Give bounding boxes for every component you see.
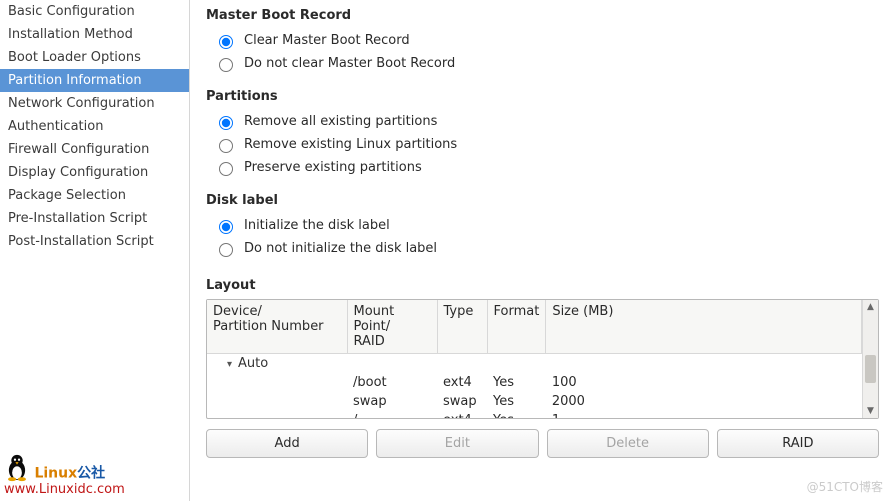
mbr-radio-clear-label: Clear Master Boot Record — [244, 33, 410, 48]
sidebar-item-basic-configuration[interactable]: Basic Configuration — [0, 0, 189, 23]
partitions-radio-remove-all-label: Remove all existing partitions — [244, 114, 437, 129]
mbr-title: Master Boot Record — [206, 8, 879, 23]
partitions-radio-remove-linux[interactable]: Remove existing Linux partitions — [206, 133, 879, 156]
raid-button[interactable]: RAID — [717, 429, 879, 458]
scroll-up-icon[interactable]: ▲ — [863, 300, 878, 314]
sidebar-item-firewall-configuration[interactable]: Firewall Configuration — [0, 138, 189, 161]
partitions-radio-remove-linux-input[interactable] — [219, 139, 233, 153]
disklabel-radio-init-input[interactable] — [219, 220, 233, 234]
table-group-row[interactable]: Auto — [207, 354, 862, 374]
disklabel-radio-noinit-label: Do not initialize the disk label — [244, 241, 437, 256]
partitions-radio-preserve-label: Preserve existing partitions — [244, 160, 422, 175]
mbr-radio-clear-input[interactable] — [219, 35, 233, 49]
partitions-radio-remove-linux-label: Remove existing Linux partitions — [244, 137, 457, 152]
sidebar-item-partition-information[interactable]: Partition Information — [0, 69, 189, 92]
mbr-radio-noclear[interactable]: Do not clear Master Boot Record — [206, 52, 879, 75]
table-row[interactable]: swap swap Yes 2000 — [207, 392, 862, 411]
mbr-radio-noclear-input[interactable] — [219, 58, 233, 72]
col-device[interactable]: Device/ Partition Number — [207, 300, 347, 354]
sidebar-item-boot-loader-options[interactable]: Boot Loader Options — [0, 46, 189, 69]
col-size[interactable]: Size (MB) — [546, 300, 862, 354]
layout-title: Layout — [206, 278, 879, 293]
edit-button[interactable]: Edit — [376, 429, 538, 458]
col-type[interactable]: Type — [437, 300, 487, 354]
sidebar-item-pre-installation-script[interactable]: Pre-Installation Script — [0, 207, 189, 230]
col-mount[interactable]: Mount Point/ RAID — [347, 300, 437, 354]
layout-table: Device/ Partition Number Mount Point/ RA… — [206, 299, 879, 419]
main-panel: Master Boot Record Clear Master Boot Rec… — [190, 0, 893, 501]
disklabel-radio-noinit-input[interactable] — [219, 243, 233, 257]
table-row[interactable]: / ext4 Yes 1 — [207, 411, 862, 418]
mbr-radio-clear[interactable]: Clear Master Boot Record — [206, 29, 879, 52]
sidebar-item-authentication[interactable]: Authentication — [0, 115, 189, 138]
scroll-down-icon[interactable]: ▼ — [863, 404, 878, 418]
scroll-thumb[interactable] — [865, 355, 876, 383]
disklabel-radio-noinit[interactable]: Do not initialize the disk label — [206, 237, 879, 260]
penguin-icon — [4, 452, 30, 482]
blog-watermark: @51CTO博客 — [807, 478, 883, 495]
delete-button[interactable]: Delete — [547, 429, 709, 458]
sidebar-item-network-configuration[interactable]: Network Configuration — [0, 92, 189, 115]
mbr-radio-noclear-label: Do not clear Master Boot Record — [244, 56, 455, 71]
sidebar-item-package-selection[interactable]: Package Selection — [0, 184, 189, 207]
add-button[interactable]: Add — [206, 429, 368, 458]
partitions-radio-preserve-input[interactable] — [219, 162, 233, 176]
sidebar-item-display-configuration[interactable]: Display Configuration — [0, 161, 189, 184]
disklabel-title: Disk label — [206, 193, 879, 208]
partitions-radio-remove-all[interactable]: Remove all existing partitions — [206, 110, 879, 133]
disklabel-radio-init[interactable]: Initialize the disk label — [206, 214, 879, 237]
partitions-title: Partitions — [206, 89, 879, 104]
sidebar: Basic Configuration Installation Method … — [0, 0, 190, 501]
partitions-radio-preserve[interactable]: Preserve existing partitions — [206, 156, 879, 179]
disklabel-radio-init-label: Initialize the disk label — [244, 218, 390, 233]
vertical-scrollbar[interactable]: ▲ ▼ — [862, 300, 878, 418]
col-format[interactable]: Format — [487, 300, 546, 354]
table-row[interactable]: /boot ext4 Yes 100 — [207, 373, 862, 392]
watermark: Linux公社 www.Linuxidc.com — [4, 452, 125, 497]
sidebar-item-installation-method[interactable]: Installation Method — [0, 23, 189, 46]
partitions-radio-remove-all-input[interactable] — [219, 116, 233, 130]
sidebar-item-post-installation-script[interactable]: Post-Installation Script — [0, 230, 189, 253]
